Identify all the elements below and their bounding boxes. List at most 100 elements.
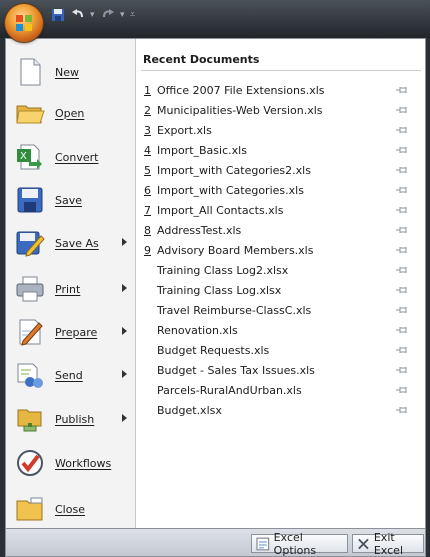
send-icon bbox=[14, 359, 46, 391]
redo-arrow-icon bbox=[103, 9, 114, 18]
pin-icon[interactable] bbox=[395, 204, 409, 216]
undo-dropdown-icon[interactable]: ▾ bbox=[90, 10, 96, 20]
pin-icon[interactable] bbox=[395, 144, 409, 156]
pin-icon[interactable] bbox=[395, 244, 409, 256]
recent-document-name: Budget.xlsx bbox=[157, 404, 222, 417]
submenu-arrow-icon bbox=[122, 327, 127, 335]
print-label: Print bbox=[55, 282, 81, 296]
divider bbox=[141, 70, 421, 71]
open-folder-icon bbox=[14, 97, 46, 129]
recent-document-name: Parcels-RuralAndUrban.xls bbox=[157, 384, 302, 397]
recent-document-name: Travel Reimburse-ClassC.xls bbox=[157, 304, 312, 317]
recent-document-item[interactable]: Budget - Sales Tax Issues.xls bbox=[135, 361, 425, 381]
recent-document-item[interactable]: 2 Municipalities-Web Version.xls bbox=[135, 101, 425, 121]
submenu-arrow-icon bbox=[122, 370, 127, 378]
submenu-arrow-icon bbox=[122, 414, 127, 422]
pin-icon[interactable] bbox=[395, 404, 409, 416]
save-as-label: Save As bbox=[55, 236, 99, 250]
recent-document-name: Training Class Log2.xlsx bbox=[157, 264, 289, 277]
recent-document-item[interactable]: Training Class Log.xlsx bbox=[135, 281, 425, 301]
customize-qat-icon[interactable]: ⩡ bbox=[130, 10, 136, 20]
recent-document-name: Budget Requests.xls bbox=[157, 344, 270, 357]
pin-icon[interactable] bbox=[395, 304, 409, 316]
office-button[interactable] bbox=[5, 4, 43, 42]
pin-icon[interactable] bbox=[395, 104, 409, 116]
recent-document-name: Renovation.xls bbox=[157, 324, 238, 337]
redo-dropdown-icon[interactable]: ▾ bbox=[120, 10, 126, 20]
qat-save-button[interactable] bbox=[50, 7, 66, 23]
recent-document-name: Office 2007 File Extensions.xls bbox=[157, 84, 325, 97]
qat-undo-button[interactable] bbox=[70, 7, 86, 23]
recent-document-item[interactable]: 5 Import_with Categories2.xls bbox=[135, 161, 425, 181]
publish-icon bbox=[14, 403, 46, 435]
convert-icon: X bbox=[14, 141, 46, 173]
save-command[interactable]: Save bbox=[6, 180, 135, 220]
recent-document-number: 6 bbox=[144, 184, 151, 197]
recent-document-name: Advisory Board Members.xls bbox=[157, 244, 314, 257]
pin-icon[interactable] bbox=[395, 224, 409, 236]
recent-document-name: Import_with Categories.xls bbox=[157, 184, 304, 197]
recent-document-item[interactable]: Renovation.xls bbox=[135, 321, 425, 341]
qat-redo-button[interactable] bbox=[100, 7, 116, 23]
recent-document-name: Export.xls bbox=[157, 124, 212, 137]
recent-document-item[interactable]: 3 Export.xls bbox=[135, 121, 425, 141]
recent-document-item[interactable]: 4 Import_Basic.xls bbox=[135, 141, 425, 161]
pin-icon[interactable] bbox=[395, 164, 409, 176]
recent-document-item[interactable]: 9 Advisory Board Members.xls bbox=[135, 241, 425, 261]
recent-document-name: Import_Basic.xls bbox=[157, 144, 247, 157]
print-command[interactable]: Print bbox=[6, 269, 135, 309]
exit-excel-button[interactable]: Exit Excel bbox=[352, 531, 424, 557]
recent-document-item[interactable]: Travel Reimburse-ClassC.xls bbox=[135, 301, 425, 321]
pin-icon[interactable] bbox=[395, 324, 409, 336]
excel-options-button[interactable]: Excel Options bbox=[251, 531, 348, 557]
pin-icon[interactable] bbox=[395, 384, 409, 396]
recent-document-number: 5 bbox=[144, 164, 151, 177]
recent-document-number: 2 bbox=[144, 104, 151, 117]
pin-icon[interactable] bbox=[395, 124, 409, 136]
recent-document-item[interactable]: 7 Import_All Contacts.xls bbox=[135, 201, 425, 221]
recent-document-item[interactable]: Budget.xlsx bbox=[135, 401, 425, 421]
pin-icon[interactable] bbox=[395, 264, 409, 276]
prepare-command[interactable]: Prepare bbox=[6, 312, 135, 352]
recent-document-name: Training Class Log.xlsx bbox=[157, 284, 282, 297]
publish-command[interactable]: Publish bbox=[6, 399, 135, 439]
recent-document-number: 7 bbox=[144, 204, 151, 217]
pin-icon[interactable] bbox=[395, 84, 409, 96]
send-command[interactable]: Send bbox=[6, 355, 135, 395]
convert-command[interactable]: X Convert bbox=[6, 137, 135, 177]
recent-document-item[interactable]: Budget Requests.xls bbox=[135, 341, 425, 361]
pin-icon[interactable] bbox=[395, 284, 409, 296]
new-command[interactable]: New bbox=[6, 52, 135, 92]
recent-document-item[interactable]: Training Class Log2.xlsx bbox=[135, 261, 425, 281]
workflows-icon bbox=[14, 447, 46, 479]
pin-icon[interactable] bbox=[395, 364, 409, 376]
prepare-label: Prepare bbox=[55, 325, 98, 339]
printer-icon bbox=[14, 273, 46, 305]
recent-document-item[interactable]: 1 Office 2007 File Extensions.xls bbox=[135, 81, 425, 101]
recent-document-name: Import_with Categories2.xls bbox=[157, 164, 311, 177]
pin-icon[interactable] bbox=[395, 344, 409, 356]
save-as-command[interactable]: Save As bbox=[6, 223, 135, 263]
quick-access-toolbar: ▾ ▾ ⩡ bbox=[50, 5, 136, 25]
recent-document-number: 8 bbox=[144, 224, 151, 237]
pin-icon[interactable] bbox=[395, 184, 409, 196]
publish-label: Publish bbox=[55, 412, 95, 426]
new-document-icon bbox=[14, 56, 46, 88]
send-label: Send bbox=[55, 368, 83, 382]
office-logo-icon bbox=[16, 15, 32, 31]
recent-document-item[interactable]: 6 Import_with Categories.xls bbox=[135, 181, 425, 201]
options-icon bbox=[256, 537, 270, 550]
close-command[interactable]: Close bbox=[6, 489, 135, 529]
workflows-command[interactable]: Workflows bbox=[6, 443, 135, 483]
command-pane: New Open X Convert Save Save As Print Pr… bbox=[6, 39, 136, 528]
recent-documents-pane: Recent Documents 1 Office 2007 File Exten… bbox=[135, 39, 425, 528]
prepare-icon bbox=[14, 316, 46, 348]
new-label: New bbox=[55, 65, 79, 79]
recent-document-item[interactable]: Parcels-RuralAndUrban.xls bbox=[135, 381, 425, 401]
convert-label: Convert bbox=[55, 150, 99, 164]
save-as-icon bbox=[14, 227, 46, 259]
recent-document-number: 4 bbox=[144, 144, 151, 157]
recent-document-item[interactable]: 8 AddressTest.xls bbox=[135, 221, 425, 241]
recent-documents-title: Recent Documents bbox=[143, 53, 260, 66]
open-command[interactable]: Open bbox=[6, 93, 135, 133]
